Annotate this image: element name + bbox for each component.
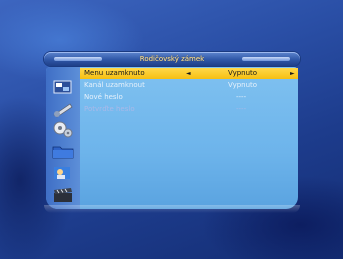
- row-label: Nové heslo: [84, 93, 123, 101]
- row-value: ----: [236, 105, 247, 113]
- menu-row-new-password[interactable]: Nové heslo ----: [80, 92, 298, 103]
- settings-gears-icon[interactable]: [51, 120, 75, 138]
- satellite-dish-icon[interactable]: [51, 100, 75, 118]
- menu-row-menu-lock[interactable]: Menu uzamknuto ◄ Vypnuto ►: [80, 68, 298, 79]
- clapperboard-icon[interactable]: [51, 186, 75, 204]
- panel-bottom-bevel: [44, 205, 300, 213]
- menu-row-confirm-password[interactable]: Potvrďte heslo ----: [80, 104, 298, 115]
- folder-icon[interactable]: [51, 142, 75, 160]
- arrow-right-icon[interactable]: ►: [290, 68, 295, 79]
- row-label: Menu uzamknuto: [84, 69, 145, 77]
- menu-row-channel-lock[interactable]: Kanál uzamknout Vypnuto: [80, 80, 298, 91]
- row-label: Kanál uzamknout: [84, 81, 145, 89]
- row-value: Vypnuto: [228, 69, 258, 77]
- row-value: ----: [236, 93, 247, 101]
- menu-title: Rodičovský zámek: [139, 55, 205, 63]
- tv-screen: Rodičovský zámek Menu uzamknuto ◄ Vypnut…: [0, 0, 343, 259]
- user-preferences-icon[interactable]: [51, 164, 75, 182]
- row-value: Vypnuto: [228, 81, 258, 89]
- row-label: Potvrďte heslo: [84, 105, 135, 113]
- installation-icon[interactable]: [51, 78, 75, 96]
- arrow-left-icon[interactable]: ◄: [186, 68, 191, 79]
